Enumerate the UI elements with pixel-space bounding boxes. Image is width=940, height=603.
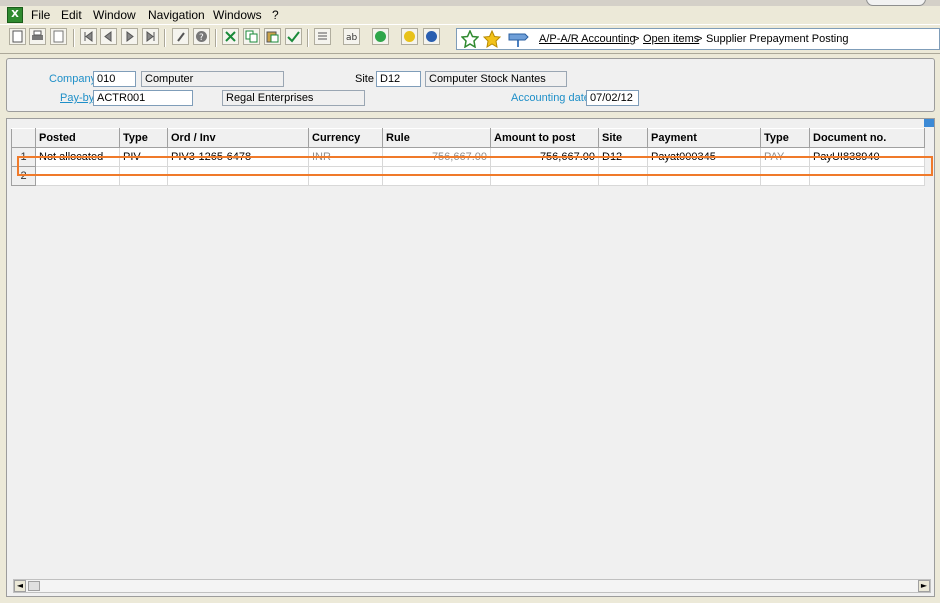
cell-document-no[interactable] [809,166,925,186]
accounting-date-label: Accounting date [511,92,590,104]
attachment-icon[interactable] [172,28,189,45]
favorites-star-icon[interactable] [482,29,502,51]
pay-by-name-field: Regal Enterprises [222,90,365,106]
cell-payment[interactable]: Payat000345 [647,147,761,167]
help-icon[interactable]: ? [193,28,210,45]
breadcrumb-current-page: Supplier Prepayment Posting [706,33,849,45]
cell-currency: INR [308,147,383,167]
previous-record-icon[interactable] [100,28,117,45]
company-code-field[interactable]: 010 [93,71,136,87]
last-record-icon[interactable] [142,28,159,45]
menu-edit[interactable]: Edit [61,8,82,22]
svg-text:?: ? [199,33,204,43]
menu-windows[interactable]: Windows [213,8,262,22]
cell-ord-inv[interactable]: PIV3-1265-6478 [167,147,309,167]
print-preview-icon[interactable] [50,28,67,45]
column-header-type[interactable]: Type [119,128,168,148]
list-icon[interactable] [314,28,331,45]
cell-amount-to-post[interactable]: 756,667.00 [490,147,599,167]
breadcrumb: A/P-A/R Accounting > Open items > Suppli… [456,28,940,50]
cell-rule: 756,667.00 [382,147,491,167]
cell-type[interactable]: PIV [119,147,168,167]
favorite-add-icon[interactable] [460,29,480,51]
cell-payment-type [760,166,810,186]
column-header-site[interactable]: Site [598,128,648,148]
accounting-date-field[interactable]: 07/02/12 [586,90,639,106]
print-icon[interactable] [29,28,46,45]
cell-payment[interactable] [647,166,761,186]
cell-posted[interactable]: Not allocated [35,147,120,167]
header-panel: Company 010 Computer Site D12 Computer S… [6,58,935,112]
first-record-icon[interactable] [80,28,97,45]
breadcrumb-open-items[interactable]: Open items [643,33,699,45]
validate-icon[interactable] [285,28,302,45]
pay-by-label[interactable]: Pay-by [60,92,94,104]
column-header-document-no[interactable]: Document no. [809,128,925,148]
menu-file[interactable]: File [31,8,50,22]
grid-panel: Posted Type Ord / Inv Currency Rule Amou… [6,118,935,597]
menu-help[interactable]: ? [272,8,279,22]
app-icon[interactable]: X [7,7,23,23]
copy-icon[interactable] [243,28,260,45]
company-name-field: Computer [141,71,284,87]
breadcrumb-ap-ar-accounting[interactable]: A/P-A/R Accounting [539,33,636,45]
column-header-ord-inv[interactable]: Ord / Inv [167,128,309,148]
scroll-thumb[interactable] [28,581,40,591]
column-header-payment[interactable]: Payment [647,128,761,148]
svg-text:ab: ab [346,33,358,43]
info-icon[interactable] [401,28,418,45]
new-document-icon[interactable] [9,28,26,45]
toolbar: ? ab A/P-A/R Accounting > Open items > S… [0,24,940,54]
site-label: Site [355,73,374,85]
column-header-currency[interactable]: Currency [308,128,383,148]
column-header-posted[interactable]: Posted [35,128,120,148]
signpost-icon[interactable] [507,31,529,50]
scroll-right-icon[interactable]: ► [918,580,930,592]
column-header-rule[interactable]: Rule [382,128,491,148]
next-record-icon[interactable] [121,28,138,45]
row-number[interactable]: 1 [11,147,36,167]
paste-icon[interactable] [264,28,281,45]
cell-site[interactable] [598,166,648,186]
breadcrumb-separator: > [696,33,703,45]
cell-currency [308,166,383,186]
horizontal-scrollbar[interactable]: ◄ ► [13,579,931,593]
cut-icon[interactable] [222,28,239,45]
pay-by-code-field[interactable]: ACTR001 [93,90,193,106]
text-field-icon[interactable]: ab [343,28,360,45]
cell-payment-type: PAY [760,147,810,167]
grid-header-row: Posted Type Ord / Inv Currency Rule Amou… [11,128,925,148]
scroll-left-icon[interactable]: ◄ [14,580,26,592]
cell-document-no[interactable]: PayUI838940 [809,147,925,167]
menu-navigation[interactable]: Navigation [148,8,205,22]
column-header-amount-to-post[interactable]: Amount to post [490,128,599,148]
cell-rule [382,166,491,186]
table-row[interactable]: 2 [11,166,925,186]
refresh-icon[interactable] [372,28,389,45]
cell-amount-to-post[interactable] [490,166,599,186]
cell-posted[interactable] [35,166,120,186]
menu-bar: X File Edit Window Navigation Windows ? [0,6,940,24]
cell-ord-inv[interactable] [167,166,309,186]
cell-type[interactable] [119,166,168,186]
row-number-header [11,128,36,148]
menu-window[interactable]: Window [93,8,136,22]
site-code-field[interactable]: D12 [376,71,421,87]
company-label: Company [49,73,97,85]
cell-site[interactable]: D12 [598,147,648,167]
site-name-field: Computer Stock Nantes [425,71,567,87]
breadcrumb-separator: > [633,33,640,45]
table-row[interactable]: 1 Not allocated PIV PIV3-1265-6478 INR 7… [11,147,925,167]
prepayment-grid: Posted Type Ord / Inv Currency Rule Amou… [11,128,933,578]
row-number[interactable]: 2 [11,166,36,186]
grid-options-icon[interactable] [924,119,934,127]
search-icon[interactable] [423,28,440,45]
column-header-payment-type[interactable]: Type [760,128,810,148]
